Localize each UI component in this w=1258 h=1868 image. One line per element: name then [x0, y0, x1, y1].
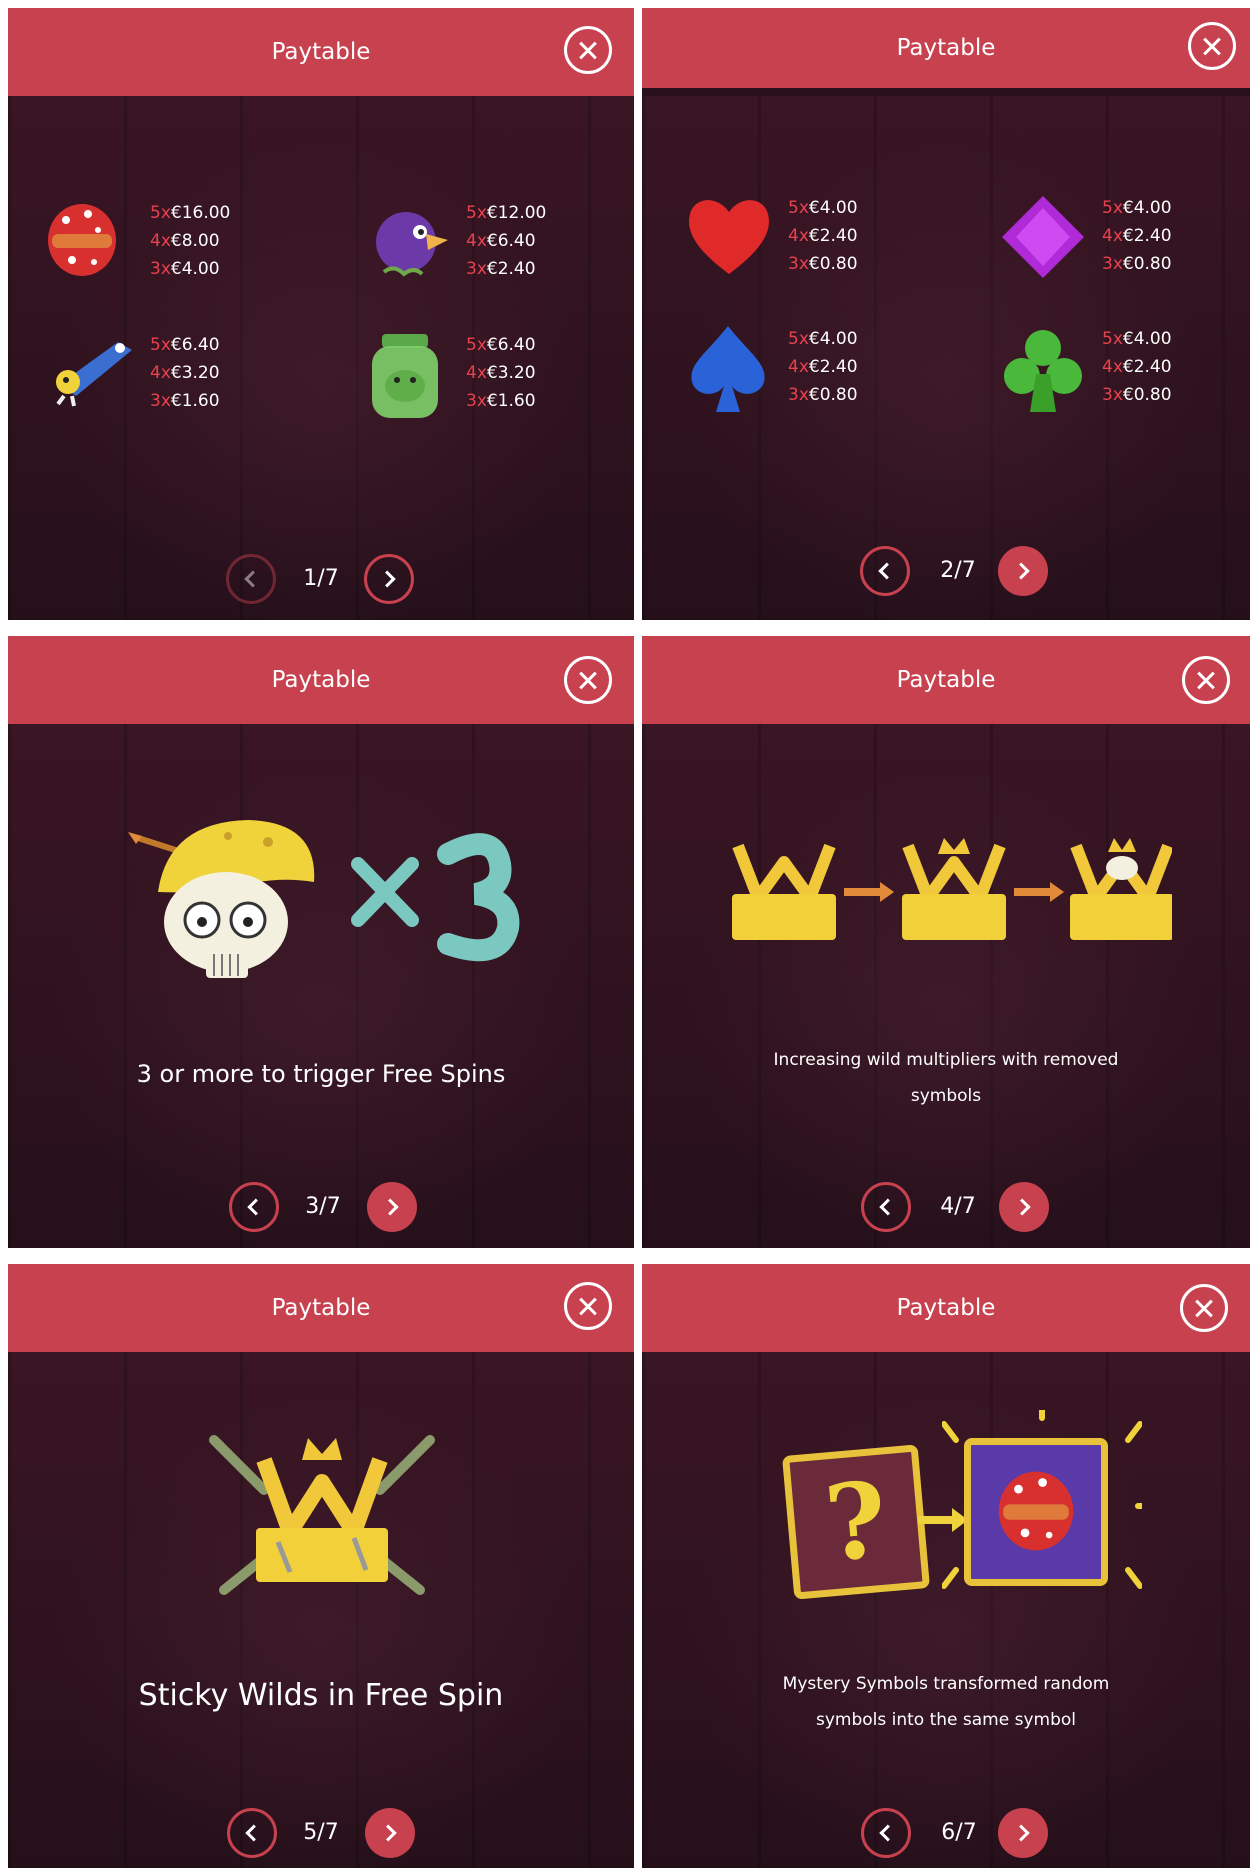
paytable-panel-6: Paytable ? Mystery Symbols transformed r… — [642, 1264, 1250, 1868]
chevron-left-icon — [247, 1198, 265, 1216]
panel-header: Paytable — [642, 1264, 1250, 1352]
chevron-left-icon — [244, 570, 262, 588]
sticky-wild-icon — [209, 1435, 435, 1595]
chevron-right-icon — [378, 570, 396, 588]
mystery-symbol-icon: ? — [781, 1444, 931, 1600]
close-button[interactable] — [564, 26, 612, 74]
panel-title: Paytable — [271, 1295, 371, 1321]
red-heart-icon — [689, 200, 769, 274]
paytable-panel-1: Paytable 5x€16.00 4x€8.00 3x€4.00 5x€12.… — [8, 8, 634, 620]
wild-level-3 — [1070, 838, 1172, 940]
panel-header: Paytable — [642, 636, 1250, 724]
next-page-button[interactable] — [998, 1808, 1048, 1858]
chevron-left-icon — [879, 1198, 897, 1216]
close-button[interactable] — [1180, 1284, 1228, 1332]
pay-values-bird: 5x€12.00 4x€6.40 3x€2.40 — [466, 203, 547, 279]
page-navigation: 5/7 — [8, 1806, 634, 1860]
chevron-right-icon — [1012, 1824, 1030, 1842]
previous-page-button[interactable] — [861, 1182, 911, 1232]
skull-helmet-icon — [128, 820, 315, 978]
page-navigation: 2/7 — [642, 544, 1250, 598]
page-navigation: 1/7 — [8, 552, 634, 606]
page-navigation: 6/7 — [642, 1806, 1250, 1860]
previous-page-button[interactable] — [860, 546, 910, 596]
paytable-panel-5: Paytable Sticky Wilds in Free Spin 5/7 — [8, 1264, 634, 1868]
pay-values-diamond: 5x€4.00 4x€2.40 3x€0.80 — [1102, 198, 1172, 274]
chevron-right-icon — [1013, 1198, 1031, 1216]
chevron-left-icon — [879, 1824, 897, 1842]
caption-line-2: symbols — [910, 1086, 982, 1106]
chevron-right-icon — [381, 1198, 399, 1216]
caption-line-1: Mystery Symbols transformed random — [782, 1674, 1110, 1694]
page-counter: 6/7 — [941, 1820, 977, 1845]
wild-multiplier-progression-icon — [732, 838, 1172, 940]
next-page-button[interactable] — [998, 546, 1048, 596]
purple-diamond-icon — [1002, 196, 1084, 278]
close-button[interactable] — [564, 1282, 612, 1330]
panel-header: Paytable — [8, 636, 634, 724]
pay-values-heart: 5x€4.00 4x€2.40 3x€0.80 — [788, 198, 858, 274]
page-counter: 4/7 — [940, 1194, 976, 1219]
pay-values-mushroom: 5x€16.00 4x€8.00 3x€4.00 — [150, 203, 231, 279]
close-button[interactable] — [1188, 22, 1236, 70]
wild-level-1 — [732, 843, 836, 940]
chevron-left-icon — [878, 562, 896, 580]
purple-bird-icon — [376, 212, 448, 277]
blue-fish-icon — [56, 342, 132, 407]
panel-title: Paytable — [896, 667, 996, 693]
blue-spade-icon — [691, 326, 765, 412]
pay-values-fish: 5x€6.40 4x€3.20 3x€1.60 — [150, 335, 220, 411]
page-counter: 3/7 — [305, 1194, 341, 1219]
next-page-button[interactable] — [999, 1182, 1049, 1232]
panel-title: Paytable — [271, 39, 371, 65]
page-counter: 2/7 — [940, 558, 976, 583]
previous-page-button[interactable] — [226, 554, 276, 604]
page-navigation: 4/7 — [642, 1180, 1250, 1234]
panel-header: Paytable — [8, 1264, 634, 1352]
caption-line-1: Increasing wild multipliers with removed — [773, 1050, 1119, 1070]
panel-header: Paytable — [8, 8, 634, 96]
caption-line-2: symbols into the same symbol — [815, 1710, 1076, 1730]
panel-title: Paytable — [271, 667, 371, 693]
sparkle-rays-icon — [942, 1410, 1142, 1589]
mystery-symbols-caption: Mystery Symbols transformed random symbo… — [642, 1666, 1250, 1738]
next-page-button[interactable] — [367, 1182, 417, 1232]
pay-values-jar: 5x€6.40 4x€3.20 3x€1.60 — [466, 335, 536, 411]
next-page-button[interactable] — [365, 1808, 415, 1858]
sticky-wilds-caption: Sticky Wilds in Free Spin — [138, 1678, 504, 1713]
game-background — [642, 724, 1250, 1248]
mushroom-burger-icon — [48, 204, 116, 276]
pay-values-club: 5x€4.00 4x€2.40 3x€0.80 — [1102, 329, 1172, 405]
previous-page-button[interactable] — [861, 1808, 911, 1858]
chevron-right-icon — [379, 1824, 397, 1842]
bone-x3-multiplier-icon — [351, 833, 520, 962]
previous-page-button[interactable] — [229, 1182, 279, 1232]
wild-multiplier-caption: Increasing wild multipliers with removed… — [642, 1042, 1250, 1114]
green-jar-icon — [372, 334, 438, 418]
page-navigation: 3/7 — [8, 1180, 634, 1234]
panel-title: Paytable — [896, 35, 996, 61]
panel-title: Paytable — [896, 1295, 996, 1321]
chevron-right-icon — [1012, 562, 1030, 580]
close-button[interactable] — [564, 656, 612, 704]
paytable-panel-2: Paytable 5x€4.00 4x€2.40 3x€0.80 5x€4.00… — [642, 8, 1250, 620]
pay-values-spade: 5x€4.00 4x€2.40 3x€0.80 — [788, 329, 858, 405]
paytable-panel-4: Paytable Increasing wild multipliers wit… — [642, 636, 1250, 1248]
previous-page-button[interactable] — [227, 1808, 277, 1858]
paytable-panel-3: Paytable 3 or more to trigger Free Spins… — [8, 636, 634, 1248]
next-page-button[interactable] — [364, 554, 414, 604]
page-counter: 5/7 — [303, 1820, 339, 1845]
green-club-icon — [1004, 330, 1082, 412]
page-counter: 1/7 — [303, 566, 339, 591]
panel-header: Paytable — [642, 8, 1250, 88]
wild-level-2 — [902, 838, 1006, 940]
chevron-left-icon — [245, 1824, 263, 1842]
free-spins-caption: 3 or more to trigger Free Spins — [136, 1060, 506, 1088]
close-button[interactable] — [1182, 656, 1230, 704]
question-mark-glyph: ? — [820, 1457, 892, 1586]
